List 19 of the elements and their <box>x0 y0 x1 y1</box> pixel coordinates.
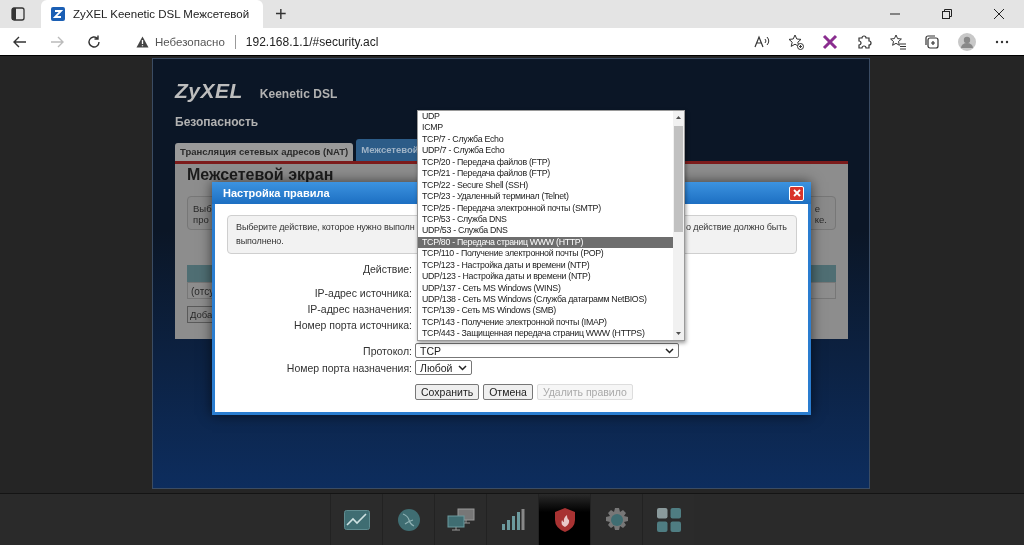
field-label: Номер порта источника: <box>293 319 413 331</box>
field-label: Протокол: <box>362 344 413 357</box>
info-text: выполнено. <box>236 234 284 248</box>
model-name: Keenetic DSL <box>259 87 338 101</box>
field-label: Действие: <box>361 262 413 275</box>
info-text: Выберите действие, которое нужно выполн <box>236 221 415 234</box>
field-label: IP-адрес источника: <box>313 287 413 299</box>
section-title: Безопасность <box>175 115 259 129</box>
info-text: Выб про <box>193 203 212 227</box>
brand-logo: ZyXEL <box>175 79 243 103</box>
info-text: е ке. <box>814 203 827 227</box>
page-heading: Межсетевой экран <box>187 166 334 184</box>
security-label: Небезопасно <box>155 35 225 48</box>
select-value: TCP <box>420 344 441 357</box>
select-value: Любой <box>420 361 453 374</box>
info-text: о действие должно быть <box>686 221 788 234</box>
field-label: Номер порта назначения: <box>285 361 413 374</box>
dialog-title: Настройка правила <box>223 187 330 199</box>
field-label: IP-адрес назначения: <box>306 303 413 315</box>
